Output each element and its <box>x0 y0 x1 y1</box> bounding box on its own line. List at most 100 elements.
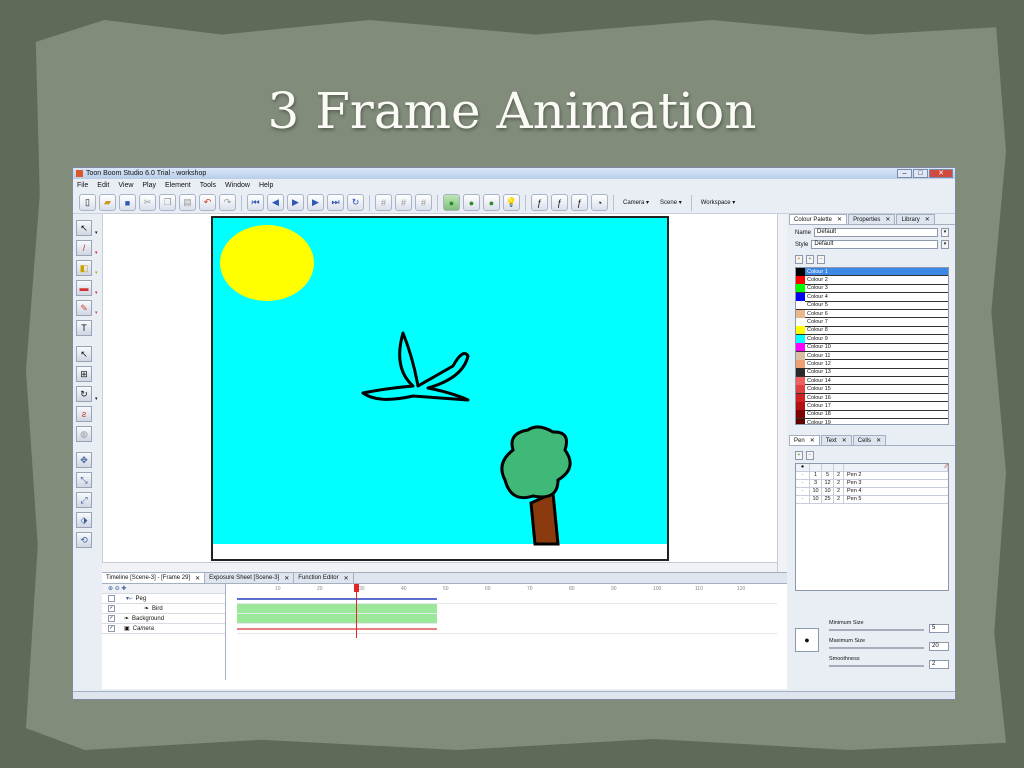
drawing-view[interactable] <box>102 214 785 572</box>
tab-pen[interactable]: Pen ✕ <box>789 435 820 445</box>
contour-editor-icon[interactable]: ↖ <box>76 346 92 362</box>
layer-row[interactable]: ✓ ▣ Camera <box>102 624 225 634</box>
paint-bucket-icon[interactable]: ◧ ▾ <box>76 260 98 276</box>
camera-frame[interactable] <box>211 216 669 561</box>
brush-tool-icon[interactable]: / ▾ <box>76 240 98 256</box>
skew-tool-icon[interactable]: ⬗ <box>76 512 92 528</box>
colour-swatch-row[interactable]: Colour 7 <box>796 318 948 327</box>
onion-previous-icon[interactable]: ● <box>463 194 480 211</box>
max-size-slider[interactable] <box>829 647 924 649</box>
frame-ruler[interactable]: 10 20 30 40 50 60 70 80 90 100 110 120 <box>237 584 777 594</box>
camera-dropdown[interactable]: Camera ▾ <box>623 199 649 206</box>
eraser-icon[interactable]: ▬ ▾ <box>76 280 98 296</box>
new-file-icon[interactable]: ▯ <box>79 194 96 211</box>
delete-colour-icon[interactable]: − <box>817 255 825 264</box>
colour-swatch-row[interactable]: Colour 12 <box>796 360 948 369</box>
tab-exposure-sheet[interactable]: Exposure Sheet [Scene-3] ✕ <box>205 573 295 583</box>
colour-swatch-row[interactable]: Colour 4 <box>796 292 948 302</box>
colour-swatch-row[interactable]: Colour 10 <box>796 343 948 352</box>
redo-icon[interactable]: ↷ <box>219 194 236 211</box>
pen-row[interactable]: · 1 5 2 Pen 2 <box>796 472 948 480</box>
grid-options-icon[interactable]: # <box>395 194 412 211</box>
menu-help[interactable]: Help <box>259 182 273 189</box>
add-layer-icon[interactable]: ⊕ ⊖ ✚ <box>108 585 126 592</box>
smooth-editor-icon[interactable]: ƨ <box>76 406 92 422</box>
frame-grid[interactable]: 10 20 30 40 50 60 70 80 90 100 110 120 <box>237 584 777 680</box>
tab-colour-palette[interactable]: Colour Palette ✕ <box>789 214 848 224</box>
colour-swatch-row[interactable]: Colour 2 <box>796 276 948 285</box>
menu-play[interactable]: Play <box>142 182 156 189</box>
colour-swatch-row[interactable]: Colour 18 <box>796 410 948 420</box>
layer-visibility-checkbox[interactable]: ✓ <box>108 605 115 612</box>
colour-swatch-row[interactable]: Colour 11 <box>796 351 948 361</box>
delete-pen-icon[interactable]: − <box>806 451 814 460</box>
layer-visibility-checkbox[interactable]: ✓ <box>108 615 115 622</box>
layer-row[interactable]: ✓ ❧ Bird <box>102 604 225 614</box>
menu-window[interactable]: Window <box>225 182 250 189</box>
onion-next-icon[interactable]: ● <box>483 194 500 211</box>
previous-frame-icon[interactable]: ◀ <box>267 194 284 211</box>
contour-icon[interactable]: ƒ <box>571 194 588 211</box>
perspective-icon[interactable]: ◍ <box>76 426 92 442</box>
colour-swatch-row[interactable]: Colour 14 <box>796 376 948 386</box>
colour-swatch-row[interactable]: Colour 19 <box>796 418 948 424</box>
layer-visibility-checkbox[interactable]: ✓ <box>108 625 115 632</box>
smoothness-slider[interactable] <box>829 665 924 667</box>
camera-track[interactable] <box>237 624 777 634</box>
cutter-icon[interactable]: ⊞ <box>76 366 92 382</box>
light-table-icon[interactable]: 💡 <box>503 194 520 211</box>
palette-style-select[interactable]: Default <box>811 240 938 249</box>
pen-row[interactable]: · 10 10 2 Pen 4 <box>796 488 948 496</box>
menu-file[interactable]: File <box>77 182 88 189</box>
close-icon[interactable]: ✕ <box>837 216 842 223</box>
close-icon[interactable]: ✕ <box>344 575 349 582</box>
select-tool-icon[interactable]: ↖ ▾ <box>76 220 98 236</box>
add-colour-icon[interactable]: + <box>795 255 803 264</box>
copy-icon[interactable]: ❐ <box>159 194 176 211</box>
close-icon[interactable]: ✕ <box>810 437 815 444</box>
first-frame-icon[interactable]: ⏮ <box>247 194 264 211</box>
cut-icon[interactable]: ✂ <box>139 194 156 211</box>
tab-cells[interactable]: Cells ✕ <box>852 435 887 445</box>
pen-table[interactable]: ● ⁄⁄ · 1 5 2 Pen 2 · 3 12 2 Pen 3 · 10 10 2 Pen 4 · 10 25 2 P… <box>795 463 949 591</box>
next-frame-icon[interactable]: ▶ <box>307 194 324 211</box>
colour-swatch-row[interactable]: Colour 3 <box>796 284 948 294</box>
tab-properties[interactable]: Properties ✕ <box>848 214 896 224</box>
layer-visibility-checkbox[interactable] <box>108 595 115 602</box>
colour-swatch-row[interactable]: Colour 1 <box>796 268 948 277</box>
close-icon[interactable]: ✕ <box>195 575 200 582</box>
maximize-button[interactable]: □ <box>913 169 928 178</box>
colour-swatch-row[interactable]: Colour 6 <box>796 309 948 319</box>
close-icon[interactable]: ✕ <box>284 575 289 582</box>
undo-icon[interactable]: ↶ <box>199 194 216 211</box>
scene-dropdown[interactable]: Scene ▾ <box>660 199 682 206</box>
workspace-dropdown[interactable]: Workspace ▾ <box>701 199 736 206</box>
morph-tool-icon[interactable]: ⟲ <box>76 532 92 548</box>
colour-swatch-row[interactable]: Colour 13 <box>796 368 948 378</box>
save-icon[interactable]: ■ <box>119 194 136 211</box>
transform-tool-icon[interactable]: ⤡ <box>76 472 92 488</box>
minimize-button[interactable]: – <box>897 169 912 178</box>
close-icon[interactable]: ✕ <box>885 216 890 223</box>
background-track[interactable] <box>237 614 437 624</box>
tab-library[interactable]: Library ✕ <box>896 214 935 224</box>
colour-swatch-row[interactable]: Colour 9 <box>796 334 948 344</box>
pen-row[interactable]: · 3 12 2 Pen 3 <box>796 480 948 488</box>
min-size-input[interactable]: 5 <box>929 624 949 633</box>
menu-edit[interactable]: Edit <box>97 182 109 189</box>
chevron-down-icon[interactable]: ▾ <box>941 240 949 249</box>
tab-timeline[interactable]: Timeline [Scene-3] - [Frame 29] ✕ <box>102 573 206 583</box>
colour-swatch-row[interactable]: Colour 16 <box>796 393 948 403</box>
smooth-curve-icon[interactable]: ƒ <box>551 194 568 211</box>
menu-element[interactable]: Element <box>165 182 191 189</box>
close-button[interactable]: ✕ <box>929 169 953 178</box>
last-frame-icon[interactable]: ⏭ <box>327 194 344 211</box>
colour-swatch-row[interactable]: Colour 15 <box>796 385 948 394</box>
grid-snap-icon[interactable]: # <box>415 194 432 211</box>
dropper-icon[interactable]: ✎ ▾ <box>76 300 98 316</box>
text-tool-icon[interactable]: T <box>76 320 92 336</box>
colour-swatch-row[interactable]: Colour 5 <box>796 301 948 310</box>
colour-list[interactable]: Colour 1 Colour 2 Colour 3 Colour 4 Colour 5… <box>795 267 949 425</box>
close-icon[interactable]: ✕ <box>876 437 881 444</box>
colour-swatch-row[interactable]: Colour 17 <box>796 401 948 411</box>
